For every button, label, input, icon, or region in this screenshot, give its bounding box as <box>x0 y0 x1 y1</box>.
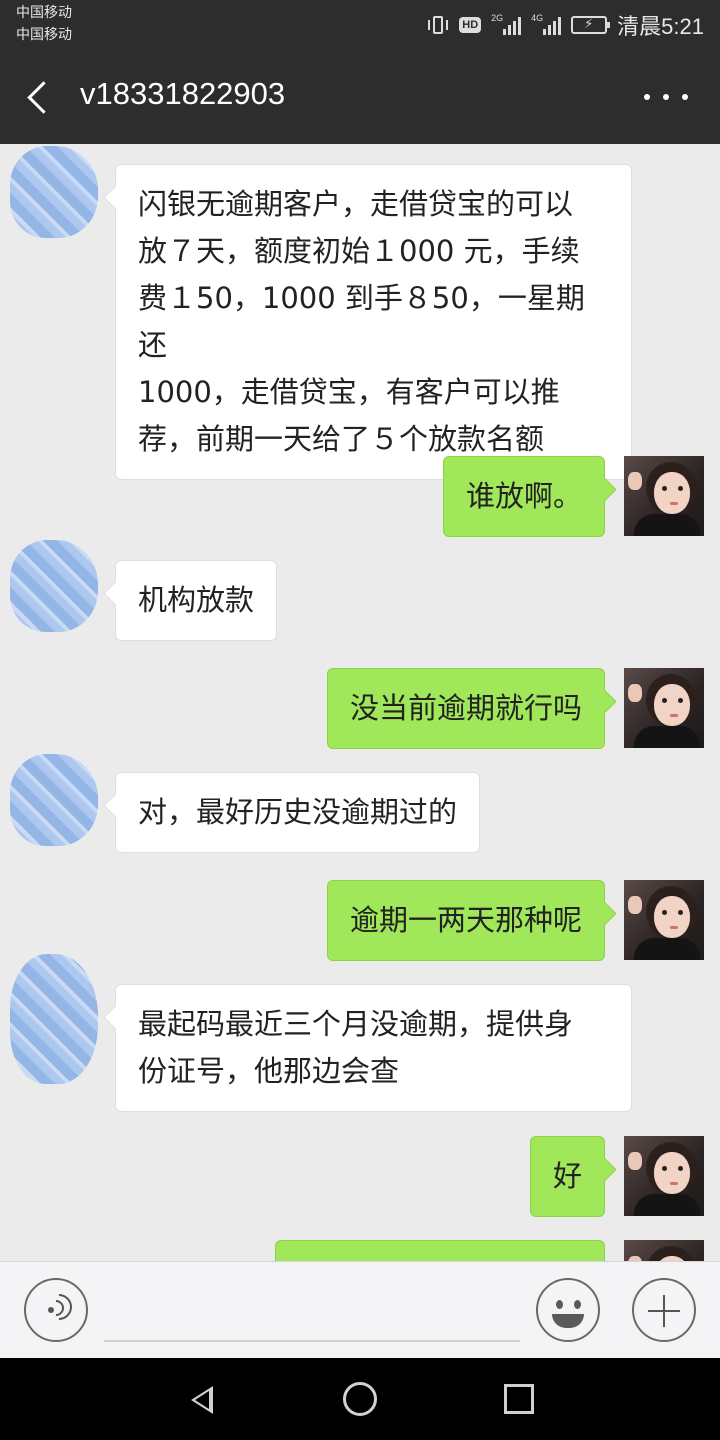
message-line: 机构放款 <box>138 583 255 617</box>
my-avatar[interactable] <box>624 1240 704 1261</box>
message-line: 逾期一两天那种呢 <box>349 903 582 937</box>
contact-avatar[interactable] <box>10 954 98 1084</box>
contact-avatar[interactable] <box>10 754 98 846</box>
status-bar: 中国移动 中国移动 HD 2G 4G ⚡ 清晨5:21 <box>0 0 720 50</box>
nav-home-button[interactable] <box>343 1382 377 1416</box>
emoji-button[interactable] <box>536 1278 600 1342</box>
add-button[interactable] <box>632 1278 696 1342</box>
message-bubble-outgoing[interactable] <box>275 1240 605 1261</box>
contact-avatar[interactable] <box>10 540 98 632</box>
my-avatar[interactable] <box>624 668 704 748</box>
message-line: 最起码最近三个月没逾期，提供身 <box>138 1007 574 1041</box>
status-icons: HD 2G 4G ⚡ 清晨5:21 <box>427 8 704 42</box>
signal-4g-icon: 4G <box>531 13 562 35</box>
message-line: 放７天，额度初始１000 元，手续 <box>138 234 580 268</box>
message-bubble-incoming[interactable]: 闪银无逾期客户，走借贷宝的可以 放７天，额度初始１000 元，手续 费１50，1… <box>115 164 632 480</box>
message-line: 谁放啊。 <box>465 479 582 513</box>
signal-2g-icon: 2G <box>491 13 522 35</box>
my-avatar[interactable] <box>624 456 704 536</box>
message-bubble-outgoing[interactable]: 谁放啊。 <box>442 456 605 537</box>
signal-2g-label: 2G <box>491 13 504 23</box>
more-dots-icon <box>644 94 650 100</box>
nav-back-button[interactable] <box>183 1382 217 1416</box>
contact-avatar[interactable] <box>10 146 98 238</box>
status-time: 清晨5:21 <box>617 14 704 39</box>
my-avatar[interactable] <box>624 1136 704 1216</box>
voice-button[interactable] <box>24 1278 88 1342</box>
system-nav-bar <box>0 1358 720 1440</box>
hd-badge: HD <box>459 17 482 33</box>
message-bubble-outgoing[interactable]: 好 <box>529 1136 605 1217</box>
nav-recent-button[interactable] <box>504 1384 534 1414</box>
message-input[interactable] <box>104 1340 520 1342</box>
signal-4g-label: 4G <box>531 13 544 23</box>
message-line: 费１50，1000 到手８50，一星期还 <box>138 281 585 362</box>
my-avatar[interactable] <box>624 880 704 960</box>
battery-charging-icon: ⚡ <box>571 16 611 34</box>
chat-title: v18331822903 <box>80 76 286 111</box>
message-line: 没当前逾期就行吗 <box>349 691 582 725</box>
message-line: 1000，走借贷宝，有客户可以推 <box>138 375 560 409</box>
message-line: 对，最好历史没逾期过的 <box>138 795 458 829</box>
message-list[interactable]: 闪银无逾期客户，走借贷宝的可以 放７天，额度初始１000 元，手续 费１50，1… <box>0 144 720 1261</box>
carrier-label-1: 中国移动 <box>16 5 72 21</box>
input-bar <box>0 1261 720 1358</box>
chat-header: v18331822903 <box>0 50 720 144</box>
carrier-label-2: 中国移动 <box>16 27 72 43</box>
message-line: 闪银无逾期客户，走借贷宝的可以 <box>138 187 574 221</box>
vibrate-icon <box>427 14 449 36</box>
message-bubble-incoming[interactable]: 最起码最近三个月没逾期，提供身 份证号，他那边会查 <box>115 984 632 1112</box>
message-bubble-incoming[interactable]: 机构放款 <box>115 560 278 641</box>
message-bubble-incoming[interactable]: 对，最好历史没逾期过的 <box>115 772 481 853</box>
message-line: 份证号，他那边会查 <box>138 1054 400 1088</box>
message-bubble-outgoing[interactable]: 没当前逾期就行吗 <box>326 668 605 749</box>
message-bubble-outgoing[interactable]: 逾期一两天那种呢 <box>326 880 605 961</box>
message-line: 好 <box>552 1159 582 1193</box>
more-options-button[interactable] <box>644 90 688 104</box>
back-button[interactable] <box>22 78 58 118</box>
